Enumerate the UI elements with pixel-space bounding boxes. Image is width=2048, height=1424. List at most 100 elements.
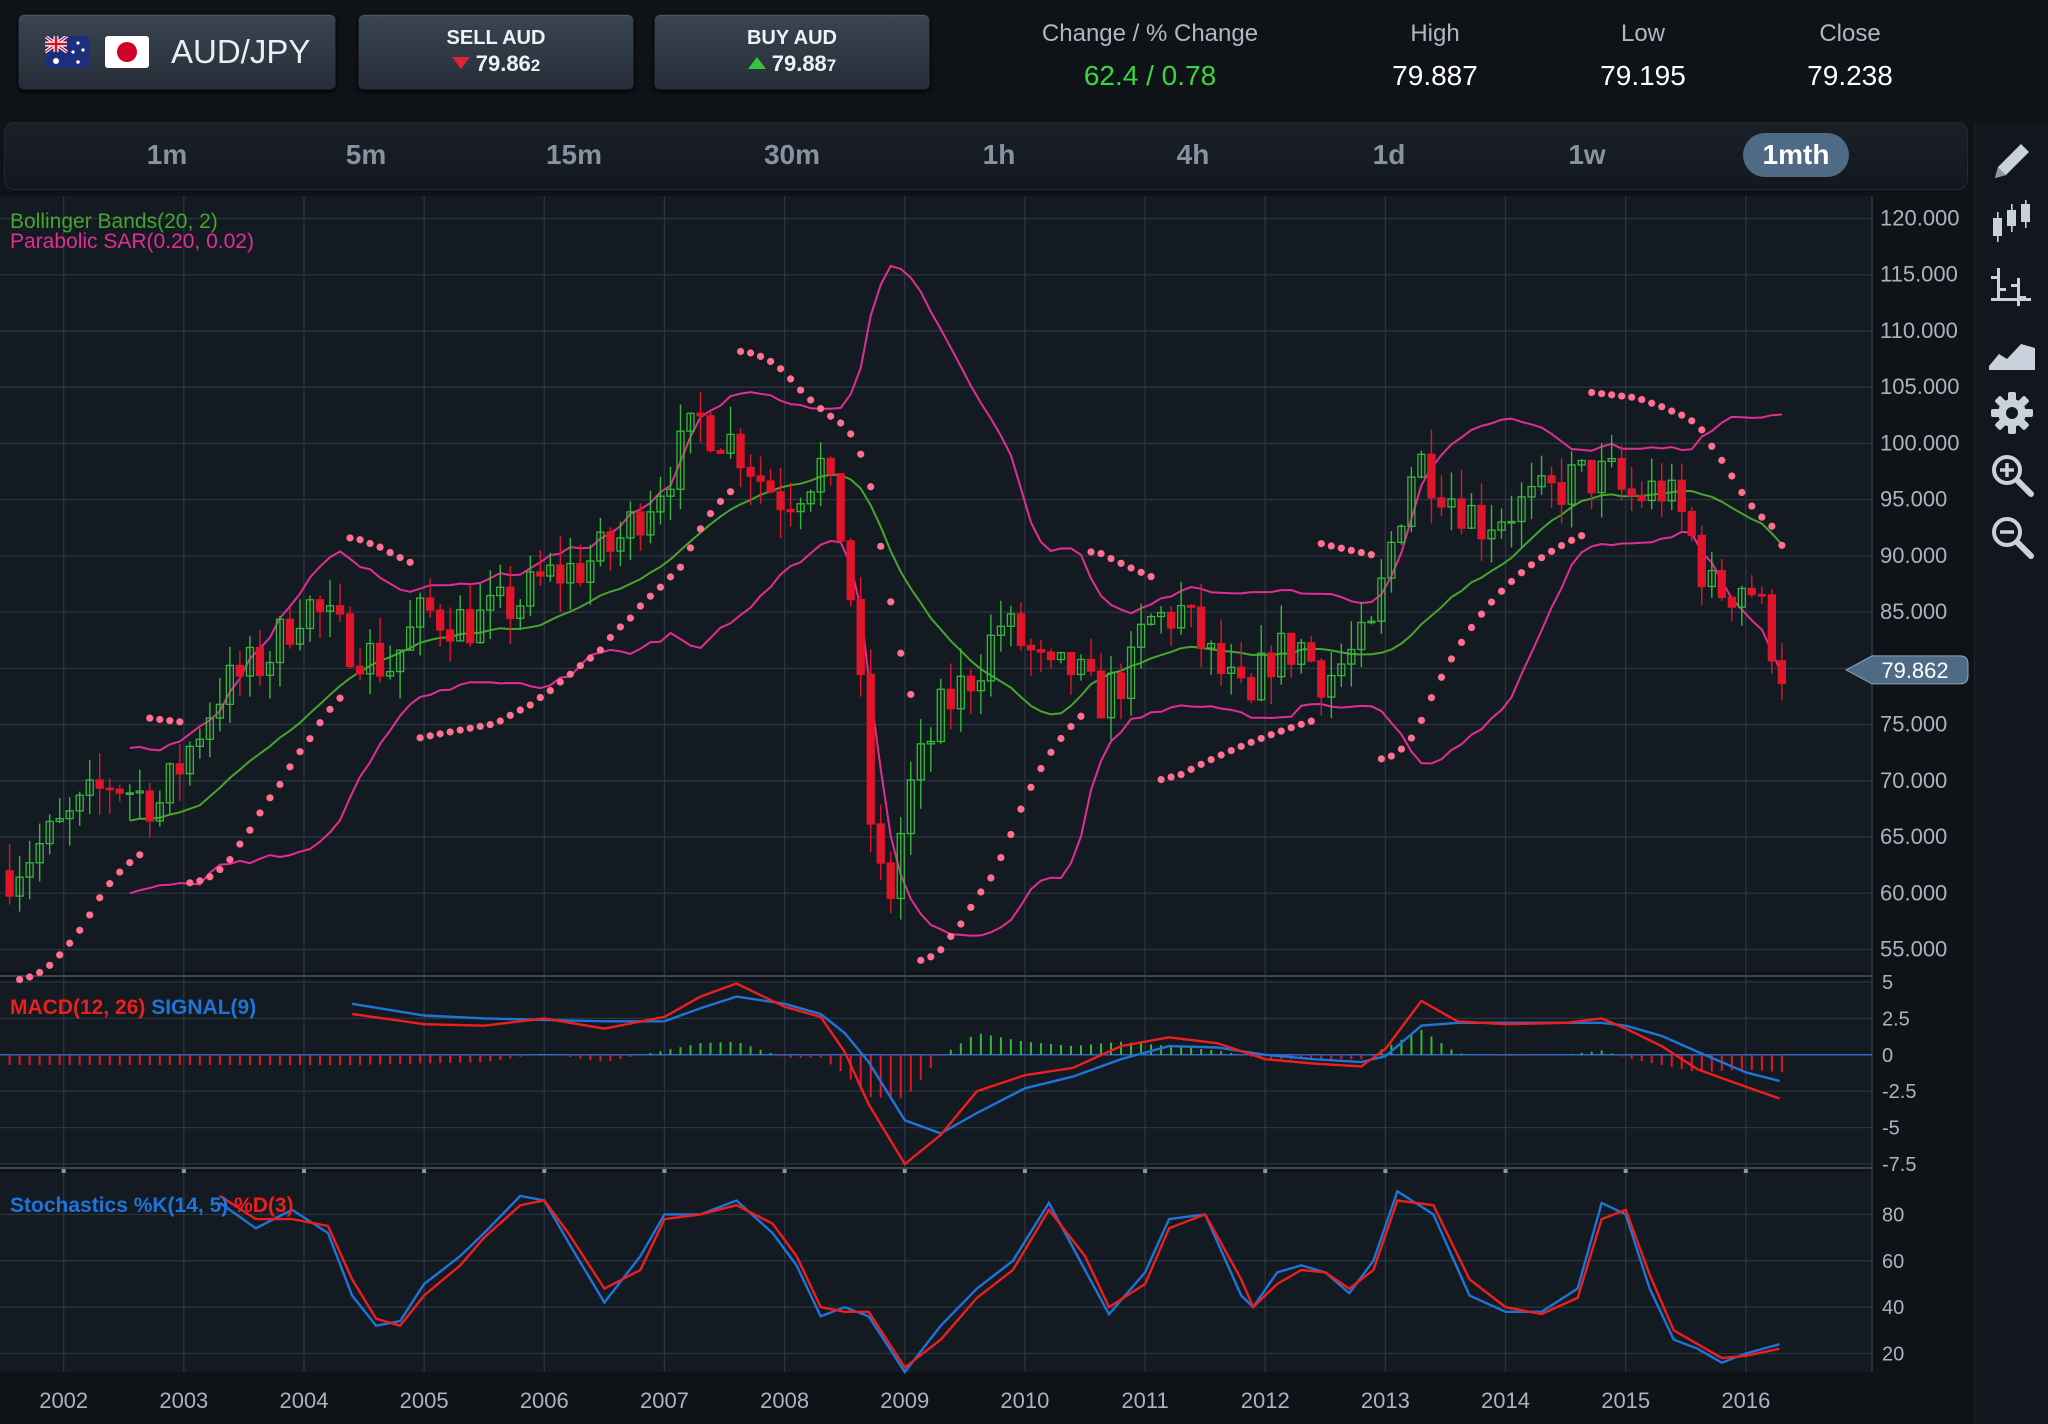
sar-dot bbox=[1497, 587, 1506, 595]
sar-dot bbox=[1347, 546, 1355, 555]
sar-dot bbox=[206, 873, 214, 881]
sar-dot bbox=[466, 724, 474, 732]
sar-dot bbox=[136, 851, 144, 859]
candle-bearish bbox=[1557, 482, 1566, 505]
sar-dot bbox=[756, 352, 765, 360]
y-tick-label: 105.000 bbox=[1880, 374, 1960, 399]
sar-legend: Parabolic SAR(0.20, 0.02) bbox=[10, 230, 254, 253]
zoom-in-icon[interactable] bbox=[1987, 450, 2037, 500]
sar-dot bbox=[1768, 522, 1776, 530]
sar-dot bbox=[977, 888, 985, 896]
ohlc-bars-icon[interactable] bbox=[1987, 262, 2037, 312]
sar-dot bbox=[146, 714, 154, 722]
sar-dot bbox=[26, 973, 34, 981]
sar-dot bbox=[66, 939, 74, 947]
sar-dot bbox=[326, 705, 334, 713]
y-tick-label: 95.000 bbox=[1880, 487, 1947, 512]
sar-dot bbox=[86, 911, 94, 919]
pencil-icon[interactable] bbox=[1987, 136, 2037, 186]
y-tick-label: 100.000 bbox=[1880, 430, 1960, 455]
panel-tick-marker bbox=[1383, 1169, 1388, 1173]
sar-dot bbox=[1127, 564, 1135, 572]
candle-bearish bbox=[1617, 458, 1626, 490]
x-tick-label: 2013 bbox=[1361, 1388, 1410, 1413]
sar-dot bbox=[1397, 745, 1405, 753]
candlestick-icon[interactable] bbox=[1987, 198, 2037, 248]
sar-dot bbox=[586, 654, 594, 662]
sar-dot bbox=[456, 726, 464, 734]
candle-bearish bbox=[1657, 480, 1666, 502]
panel-tick-marker bbox=[1143, 1169, 1148, 1173]
sar-dot bbox=[346, 534, 354, 542]
sar-dot bbox=[1628, 393, 1636, 401]
x-tick-label: 2010 bbox=[1000, 1388, 1049, 1413]
sar-dot bbox=[887, 598, 895, 606]
sar-dot bbox=[616, 623, 624, 631]
sar-dot bbox=[1467, 623, 1476, 632]
candle-bearish bbox=[1217, 642, 1226, 674]
candle-bearish bbox=[1627, 488, 1636, 497]
sar-dot bbox=[446, 728, 454, 736]
gear-icon[interactable] bbox=[1987, 388, 2037, 438]
panel-tick-marker bbox=[422, 1169, 427, 1173]
candle-bearish bbox=[1267, 652, 1276, 678]
candle-bearish bbox=[776, 491, 785, 511]
y-tick-label: 85.000 bbox=[1880, 599, 1947, 624]
x-tick-label: 2014 bbox=[1481, 1388, 1530, 1413]
sar-dot bbox=[256, 809, 264, 817]
candle-bearish bbox=[1247, 677, 1256, 701]
sar-dot bbox=[1527, 561, 1536, 569]
candle-bearish bbox=[355, 665, 365, 675]
x-tick-label: 2016 bbox=[1721, 1388, 1770, 1413]
sar-dot bbox=[1547, 547, 1556, 555]
sar-dot bbox=[406, 558, 414, 566]
sar-dot bbox=[1417, 716, 1426, 724]
candle-bearish bbox=[606, 531, 615, 552]
zoom-out-icon[interactable] bbox=[1987, 512, 2037, 562]
sar-dot bbox=[416, 734, 424, 742]
panel-tick-marker bbox=[542, 1169, 547, 1173]
sar-dot bbox=[746, 349, 755, 357]
sar-dot bbox=[1107, 554, 1115, 563]
candle-bearish bbox=[335, 605, 345, 615]
panel-background-2 bbox=[0, 980, 1872, 1164]
candle-bearish bbox=[716, 449, 725, 454]
sar-dot bbox=[596, 646, 604, 654]
candle-bearish bbox=[886, 862, 895, 900]
sar-dot bbox=[476, 722, 484, 730]
macd-y-tick-label: -2.5 bbox=[1882, 1081, 1916, 1103]
x-tick-label: 2009 bbox=[880, 1388, 929, 1413]
candle-bearish bbox=[756, 475, 765, 482]
candle-bearish bbox=[1237, 666, 1246, 679]
sar-dot bbox=[536, 693, 544, 702]
sar-dot bbox=[1297, 720, 1305, 728]
sar-dot bbox=[897, 649, 905, 657]
candle-bearish bbox=[946, 688, 955, 710]
candle-bearish bbox=[1307, 642, 1316, 662]
sar-dot bbox=[716, 497, 725, 506]
candle-bearish bbox=[175, 763, 184, 775]
sar-dot bbox=[566, 670, 574, 678]
sar-dot bbox=[1257, 734, 1265, 743]
sar-dot bbox=[1578, 532, 1586, 540]
sar-dot bbox=[306, 735, 314, 743]
sar-dot bbox=[426, 732, 434, 740]
sar-dot bbox=[1057, 734, 1065, 743]
sar-dot bbox=[1407, 734, 1416, 742]
area-chart-icon[interactable] bbox=[1987, 326, 2037, 376]
x-tick-label: 2005 bbox=[400, 1388, 449, 1413]
price-chart[interactable]: 2002 2003 2004 2005 2006 2007 2008 2009 2010 2011… bbox=[0, 0, 1974, 1424]
sar-dot bbox=[847, 430, 855, 438]
candle-bearish bbox=[436, 609, 445, 631]
drawing-toolbar bbox=[1974, 122, 2048, 1424]
sar-dot bbox=[1678, 411, 1686, 419]
sar-dot bbox=[1658, 403, 1666, 411]
sar-dot bbox=[937, 946, 945, 954]
current-price-tag: 79.862 bbox=[1844, 655, 1969, 685]
candle-bearish bbox=[1026, 644, 1036, 651]
candle-bearish bbox=[746, 466, 755, 477]
candle-bearish bbox=[1477, 504, 1486, 540]
sar-dot bbox=[1217, 751, 1225, 759]
sar-dot bbox=[1207, 755, 1215, 764]
sar-dot bbox=[166, 717, 174, 725]
